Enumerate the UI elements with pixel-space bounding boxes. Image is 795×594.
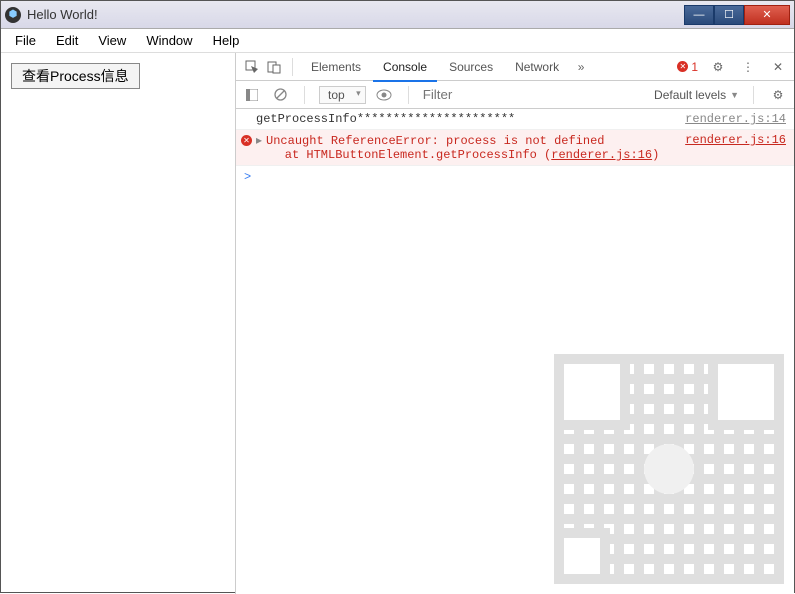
log-levels-selector[interactable]: Default levels▼: [654, 88, 739, 102]
tab-sources[interactable]: Sources: [439, 54, 503, 80]
error-dot-icon: ✕: [677, 61, 688, 72]
window-title: Hello World!: [27, 7, 684, 22]
separator: [304, 86, 305, 104]
qr-watermark: [554, 354, 784, 584]
devtools-tabs: Elements Console Sources Network » ✕1 ⚙ …: [236, 53, 794, 81]
titlebar: ⬢ Hello World! — ☐ ✕: [1, 1, 794, 29]
menubar: File Edit View Window Help: [1, 29, 794, 53]
error-source-link[interactable]: renderer.js:16: [685, 133, 786, 162]
error-icon: ✕: [241, 135, 252, 146]
content: 查看Process信息 Elements Console Sources Net…: [1, 53, 794, 594]
tab-elements[interactable]: Elements: [301, 54, 371, 80]
filter-input[interactable]: [423, 87, 513, 102]
menu-help[interactable]: Help: [205, 31, 248, 50]
log-message: getProcessInfo**********************: [256, 112, 677, 126]
tab-network[interactable]: Network: [505, 54, 569, 80]
separator: [753, 86, 754, 104]
menu-window[interactable]: Window: [138, 31, 200, 50]
separator: [408, 86, 409, 104]
log-source-link[interactable]: renderer.js:14: [685, 112, 786, 126]
inspect-icon[interactable]: [242, 57, 262, 77]
devtools-panel: Elements Console Sources Network » ✕1 ⚙ …: [236, 53, 794, 594]
error-count: 1: [691, 60, 698, 74]
more-icon[interactable]: ⋮: [738, 57, 758, 77]
console-settings-icon[interactable]: ⚙: [768, 85, 788, 105]
device-toggle-icon[interactable]: [264, 57, 284, 77]
console-prompt[interactable]: >: [236, 166, 794, 188]
more-tabs-icon[interactable]: »: [571, 57, 591, 77]
menu-view[interactable]: View: [90, 31, 134, 50]
clear-console-icon[interactable]: [270, 85, 290, 105]
app-icon: ⬢: [5, 7, 21, 23]
window-controls: — ☐ ✕: [684, 5, 790, 25]
expand-arrow-icon[interactable]: ▸: [256, 134, 262, 148]
devtools-close-icon[interactable]: ✕: [768, 57, 788, 77]
tab-console[interactable]: Console: [373, 54, 437, 82]
maximize-button[interactable]: ☐: [714, 5, 744, 25]
error-message: ▸Uncaught ReferenceError: process is not…: [256, 133, 677, 162]
error-row: ✕ ▸Uncaught ReferenceError: process is n…: [236, 130, 794, 166]
log-row: getProcessInfo********************** ren…: [236, 109, 794, 130]
console-toolbar: top Default levels▼ ⚙: [236, 81, 794, 109]
menu-file[interactable]: File: [7, 31, 44, 50]
chevron-down-icon: ▼: [730, 90, 739, 100]
app-pane: 查看Process信息: [1, 53, 236, 594]
close-button[interactable]: ✕: [744, 5, 790, 25]
minimize-button[interactable]: —: [684, 5, 714, 25]
get-process-info-button[interactable]: 查看Process信息: [11, 63, 140, 89]
error-badge[interactable]: ✕1: [677, 60, 698, 74]
live-expression-icon[interactable]: [374, 85, 394, 105]
context-selector[interactable]: top: [319, 86, 366, 104]
separator: [292, 58, 293, 76]
console-body: getProcessInfo********************** ren…: [236, 109, 794, 594]
settings-icon[interactable]: ⚙: [708, 57, 728, 77]
sidebar-toggle-icon[interactable]: [242, 85, 262, 105]
stack-source-link[interactable]: renderer.js:16: [551, 148, 652, 162]
menu-edit[interactable]: Edit: [48, 31, 86, 50]
